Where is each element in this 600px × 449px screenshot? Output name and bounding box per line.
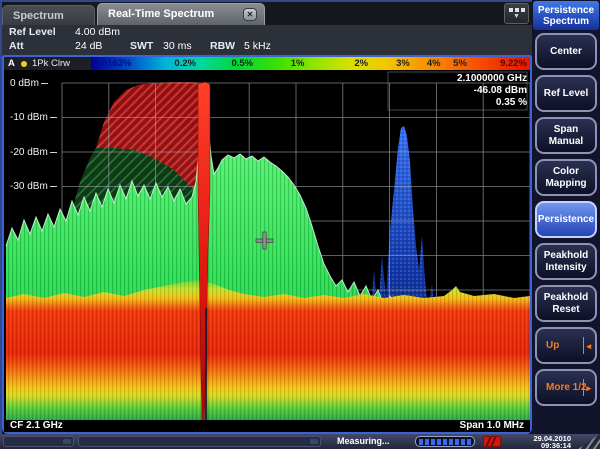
ref-level-label: Ref Level (9, 26, 56, 38)
scale-label: 0.5% (231, 58, 253, 69)
scale-label: 2% (354, 58, 368, 69)
att-value[interactable]: 24 dB (75, 40, 102, 52)
tab-bar: Spectrum Real-Time Spectrum ✕ ▼ (2, 2, 532, 25)
softkey-menu-title: PersistenceSpectrum (533, 1, 599, 30)
softkey-persistence[interactable]: Persistence (535, 201, 597, 238)
field-icon (63, 439, 71, 444)
scale-label: 0.0163% (94, 58, 132, 69)
tab-label: Real-Time Spectrum (108, 8, 214, 20)
y-axis-label: -20 dBm (10, 147, 57, 158)
window-tile-icon (515, 8, 519, 12)
status-bar: Measuring... 29.04.2010 09:36:14 (0, 434, 600, 449)
scale-label: 9.22% (500, 58, 527, 69)
measuring-status: Measuring... (337, 436, 390, 446)
color-scale-row: A 1Pk Clrw 0.0163% 0.2% 0.5% 1% 2% 3% 4%… (4, 57, 530, 70)
time: 09:36:14 (533, 442, 571, 449)
error-indicator-icon (483, 436, 501, 447)
softkey-span-manual[interactable]: Span Manual (535, 117, 597, 154)
softkey-more[interactable]: More 1/2 ▸ (535, 369, 597, 406)
trace-mode: 1Pk Clrw (32, 58, 70, 69)
diagram-area: A 1Pk Clrw 0.0163% 0.2% 0.5% 1% 2% 3% 4%… (2, 55, 532, 434)
marker-density: 0.35 % (496, 97, 527, 108)
marker-level: -46.08 dBm (474, 85, 527, 96)
spike-shadow (205, 308, 207, 422)
softkey-up[interactable]: Up ◂ (535, 327, 597, 364)
frequency-footer: CF 2.1 GHz Span 1.0 MHz (4, 420, 530, 432)
status-field (78, 436, 321, 447)
center-frequency: CF 2.1 GHz (10, 420, 63, 431)
persistence-spectrum-plot[interactable]: 0 dBm -10 dBm -20 dBm -30 dBm 2.1000000 … (4, 70, 530, 422)
window-list-button[interactable]: ▼ (504, 3, 529, 24)
marker-frequency: 2.1000000 GHz (457, 73, 527, 84)
spectrum-analyzer-screen: Spectrum Real-Time Spectrum ✕ ▼ Ref Leve… (0, 0, 600, 449)
scale-label: 5% (453, 58, 467, 69)
field-icon (310, 439, 318, 444)
scale-label: 3% (396, 58, 410, 69)
span-value: Span 1.0 MHz (460, 420, 524, 431)
tab-real-time-spectrum[interactable]: Real-Time Spectrum ✕ (97, 3, 265, 25)
swt-value[interactable]: 30 ms (163, 40, 192, 52)
softkey-peakhold-intensity[interactable]: Peakhold Intensity (535, 243, 597, 280)
window-id: A (8, 58, 15, 69)
y-axis-label: -30 dBm (10, 181, 57, 192)
softkey-peakhold-reset[interactable]: Peakhold Reset (535, 285, 597, 322)
menu-more-arrow-icon: ▸ (583, 379, 591, 396)
tab-spectrum[interactable]: Spectrum (2, 5, 95, 25)
window-tile-icon (509, 8, 513, 12)
spectrum-canvas (4, 70, 530, 422)
persistence-color-scale: 0.0163% 0.2% 0.5% 1% 2% 3% 4% 5% 9.22% (91, 57, 530, 70)
rbw-label: RBW (210, 40, 235, 52)
scale-label: 0.2% (174, 58, 196, 69)
status-field (3, 436, 74, 447)
measurement-progress-bar (415, 436, 475, 447)
measurement-header: Ref Level 4.00 dBm Att 24 dB SWT 30 ms R… (2, 25, 532, 55)
y-axis-label: 0 dBm (10, 78, 48, 89)
menu-up-arrow-icon: ◂ (583, 337, 591, 354)
rbw-value[interactable]: 5 kHz (244, 40, 271, 52)
softkey-color-mapping[interactable]: Color Mapping (535, 159, 597, 196)
close-tab-icon[interactable]: ✕ (243, 8, 257, 21)
att-label: Att (9, 40, 24, 52)
date-time: 29.04.2010 09:36:14 (533, 435, 571, 449)
swt-label: SWT (130, 40, 153, 52)
scale-label: 4% (427, 58, 441, 69)
softkey-ref-level[interactable]: Ref Level (535, 75, 597, 112)
y-axis-label: -10 dBm (10, 112, 57, 123)
trace-active-dot-icon (21, 61, 27, 67)
ref-level-value[interactable]: 4.00 dBm (75, 26, 120, 38)
softkey-center[interactable]: Center (535, 33, 597, 70)
chevron-down-icon: ▼ (505, 13, 528, 20)
resize-grip-icon (574, 434, 600, 449)
trace-info: A 1Pk Clrw (4, 57, 91, 70)
softkey-menu: PersistenceSpectrum Center Ref Level Spa… (532, 0, 600, 434)
window-tile-icon (521, 8, 525, 12)
scale-label: 1% (291, 58, 305, 69)
